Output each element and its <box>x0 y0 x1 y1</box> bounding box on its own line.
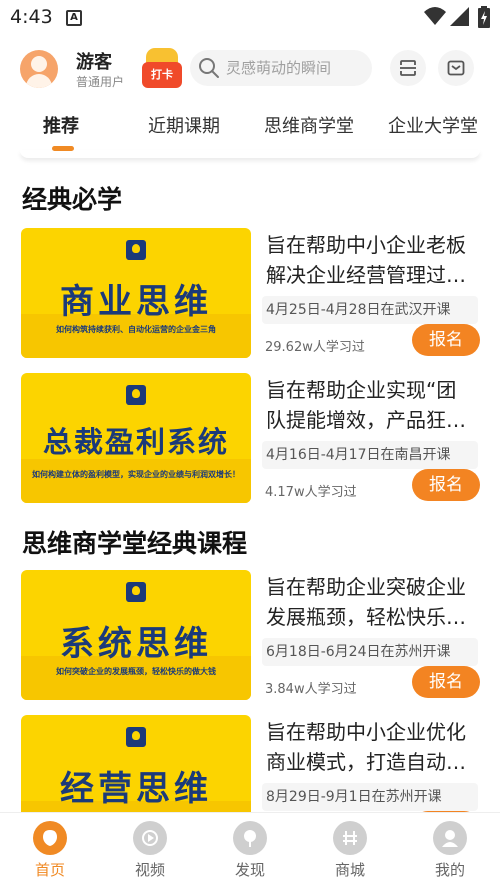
course-card[interactable]: 商业思维 如何构筑持续获利、自动化运营的企业金三角 旨在帮助中小企业老板 解决企… <box>0 228 500 358</box>
signal-icon <box>450 7 469 26</box>
brand-logo-icon <box>126 582 146 602</box>
battery-icon <box>478 6 490 28</box>
scan-icon <box>400 60 416 76</box>
course-banner[interactable]: 商业思维 如何构筑持续获利、自动化运营的企业金三角 <box>21 228 251 358</box>
course-description[interactable]: 旨在帮助企业突破企业 发展瓶颈，轻松快乐… <box>266 572 482 632</box>
notification-icon: A <box>66 10 82 26</box>
bottom-nav: 首页 视频 发现 商城 我的 <box>0 812 500 888</box>
brand-logo-icon <box>126 240 146 260</box>
signup-button[interactable]: 报名 <box>412 469 480 501</box>
store-icon <box>333 821 367 855</box>
learner-count: 29.62w人学习过 <box>265 340 365 355</box>
course-date: 4月16日-4月17日在南昌开课 <box>262 441 478 469</box>
checkin-button[interactable]: 打卡 <box>140 48 184 90</box>
tabs-divider <box>20 150 480 158</box>
nav-label: 发现 <box>234 861 265 879</box>
search-bar[interactable] <box>190 50 372 86</box>
tab-recommend[interactable]: 推荐 <box>43 112 79 138</box>
nav-label: 商城 <box>334 861 365 879</box>
course-card[interactable]: 经营思维 旨在帮助中小企业优化 商业模式，打造自动… 8月29日-9月1日在苏州… <box>0 715 500 812</box>
signup-button[interactable]: 报名 <box>412 666 480 698</box>
status-time: 4:43 <box>10 6 53 28</box>
course-card[interactable]: 系统思维 如何突破企业的发展瓶颈，轻松快乐的做大钱 旨在帮助企业突破企业 发展瓶… <box>0 570 500 700</box>
message-button[interactable] <box>438 50 474 86</box>
tab-recent-sessions[interactable]: 近期课期 <box>148 112 220 138</box>
course-banner[interactable]: 经营思维 <box>21 715 251 812</box>
nav-label: 我的 <box>434 861 465 879</box>
nav-home[interactable]: 首页 <box>0 813 100 888</box>
profile-icon <box>433 821 467 855</box>
course-banner[interactable]: 系统思维 如何突破企业的发展瓶颈，轻松快乐的做大钱 <box>21 570 251 700</box>
learner-count: 3.84w人学习过 <box>265 682 357 697</box>
banner-title: 经营思维 <box>60 769 212 809</box>
course-banner[interactable]: 总裁盈利系统 如何构建立体的盈利模型，实现企业的业绩与利润双增长！ <box>21 373 251 503</box>
course-feed[interactable]: 经典必学 商业思维 如何构筑持续获利、自动化运营的企业金三角 旨在帮助中小企业老… <box>0 160 500 812</box>
user-role: 普通用户 <box>76 75 125 89</box>
course-description[interactable]: 旨在帮助中小企业优化 商业模式，打造自动… <box>266 717 482 777</box>
checkin-label: 打卡 <box>142 62 182 88</box>
app-header: 游客 普通用户 打卡 <box>0 40 500 98</box>
course-date: 8月29日-9月1日在苏州开课 <box>262 783 478 811</box>
brand-logo-icon <box>126 727 146 747</box>
user-avatar[interactable] <box>20 50 58 88</box>
video-icon <box>133 821 167 855</box>
banner-subtitle: 如何构建立体的盈利模型，实现企业的业绩与利润双增长！ <box>32 469 240 479</box>
course-description[interactable]: 旨在帮助企业实现“团 队提能增效，产品狂… <box>266 375 482 435</box>
search-input[interactable] <box>226 50 366 86</box>
nav-label: 首页 <box>34 861 65 879</box>
course-date: 4月25日-4月28日在武汉开课 <box>262 296 478 324</box>
nav-video[interactable]: 视频 <box>100 813 200 888</box>
scan-button[interactable] <box>390 50 426 86</box>
mail-icon <box>447 60 465 76</box>
home-icon <box>33 821 67 855</box>
nav-profile[interactable]: 我的 <box>400 813 500 888</box>
banner-subtitle: 如何突破企业的发展瓶颈，轻松快乐的做大钱 <box>56 666 216 676</box>
section-title: 经典必学 <box>22 185 123 214</box>
status-bar: 4:43 A <box>0 0 500 36</box>
course-date: 6月18日-6月24日在苏州开课 <box>262 638 478 666</box>
signup-button[interactable]: 报名 <box>412 324 480 356</box>
nav-store[interactable]: 商城 <box>300 813 400 888</box>
banner-title: 系统思维 <box>60 624 212 664</box>
discover-icon <box>233 821 267 855</box>
tab-enterprise-university[interactable]: 企业大学堂 <box>388 112 478 138</box>
course-description[interactable]: 旨在帮助中小企业老板 解决企业经营管理过… <box>266 230 482 290</box>
banner-title: 商业思维 <box>60 282 212 322</box>
section-title: 思维商学堂经典课程 <box>22 529 248 558</box>
banner-title: 总裁盈利系统 <box>42 425 229 459</box>
search-icon <box>199 58 219 78</box>
tab-thinking-business-school[interactable]: 思维商学堂 <box>264 112 354 138</box>
nav-discover[interactable]: 发现 <box>200 813 300 888</box>
brand-logo-icon <box>126 385 146 405</box>
nav-label: 视频 <box>134 861 165 879</box>
course-card[interactable]: 总裁盈利系统 如何构建立体的盈利模型，实现企业的业绩与利润双增长！ 旨在帮助企业… <box>0 373 500 503</box>
learner-count: 4.17w人学习过 <box>265 485 357 500</box>
user-name[interactable]: 游客 <box>76 48 112 74</box>
wifi-icon <box>424 7 446 25</box>
category-tabs: 推荐 近期课期 思维商学堂 企业大学堂 <box>0 100 500 151</box>
banner-subtitle: 如何构筑持续获利、自动化运营的企业金三角 <box>56 324 216 334</box>
